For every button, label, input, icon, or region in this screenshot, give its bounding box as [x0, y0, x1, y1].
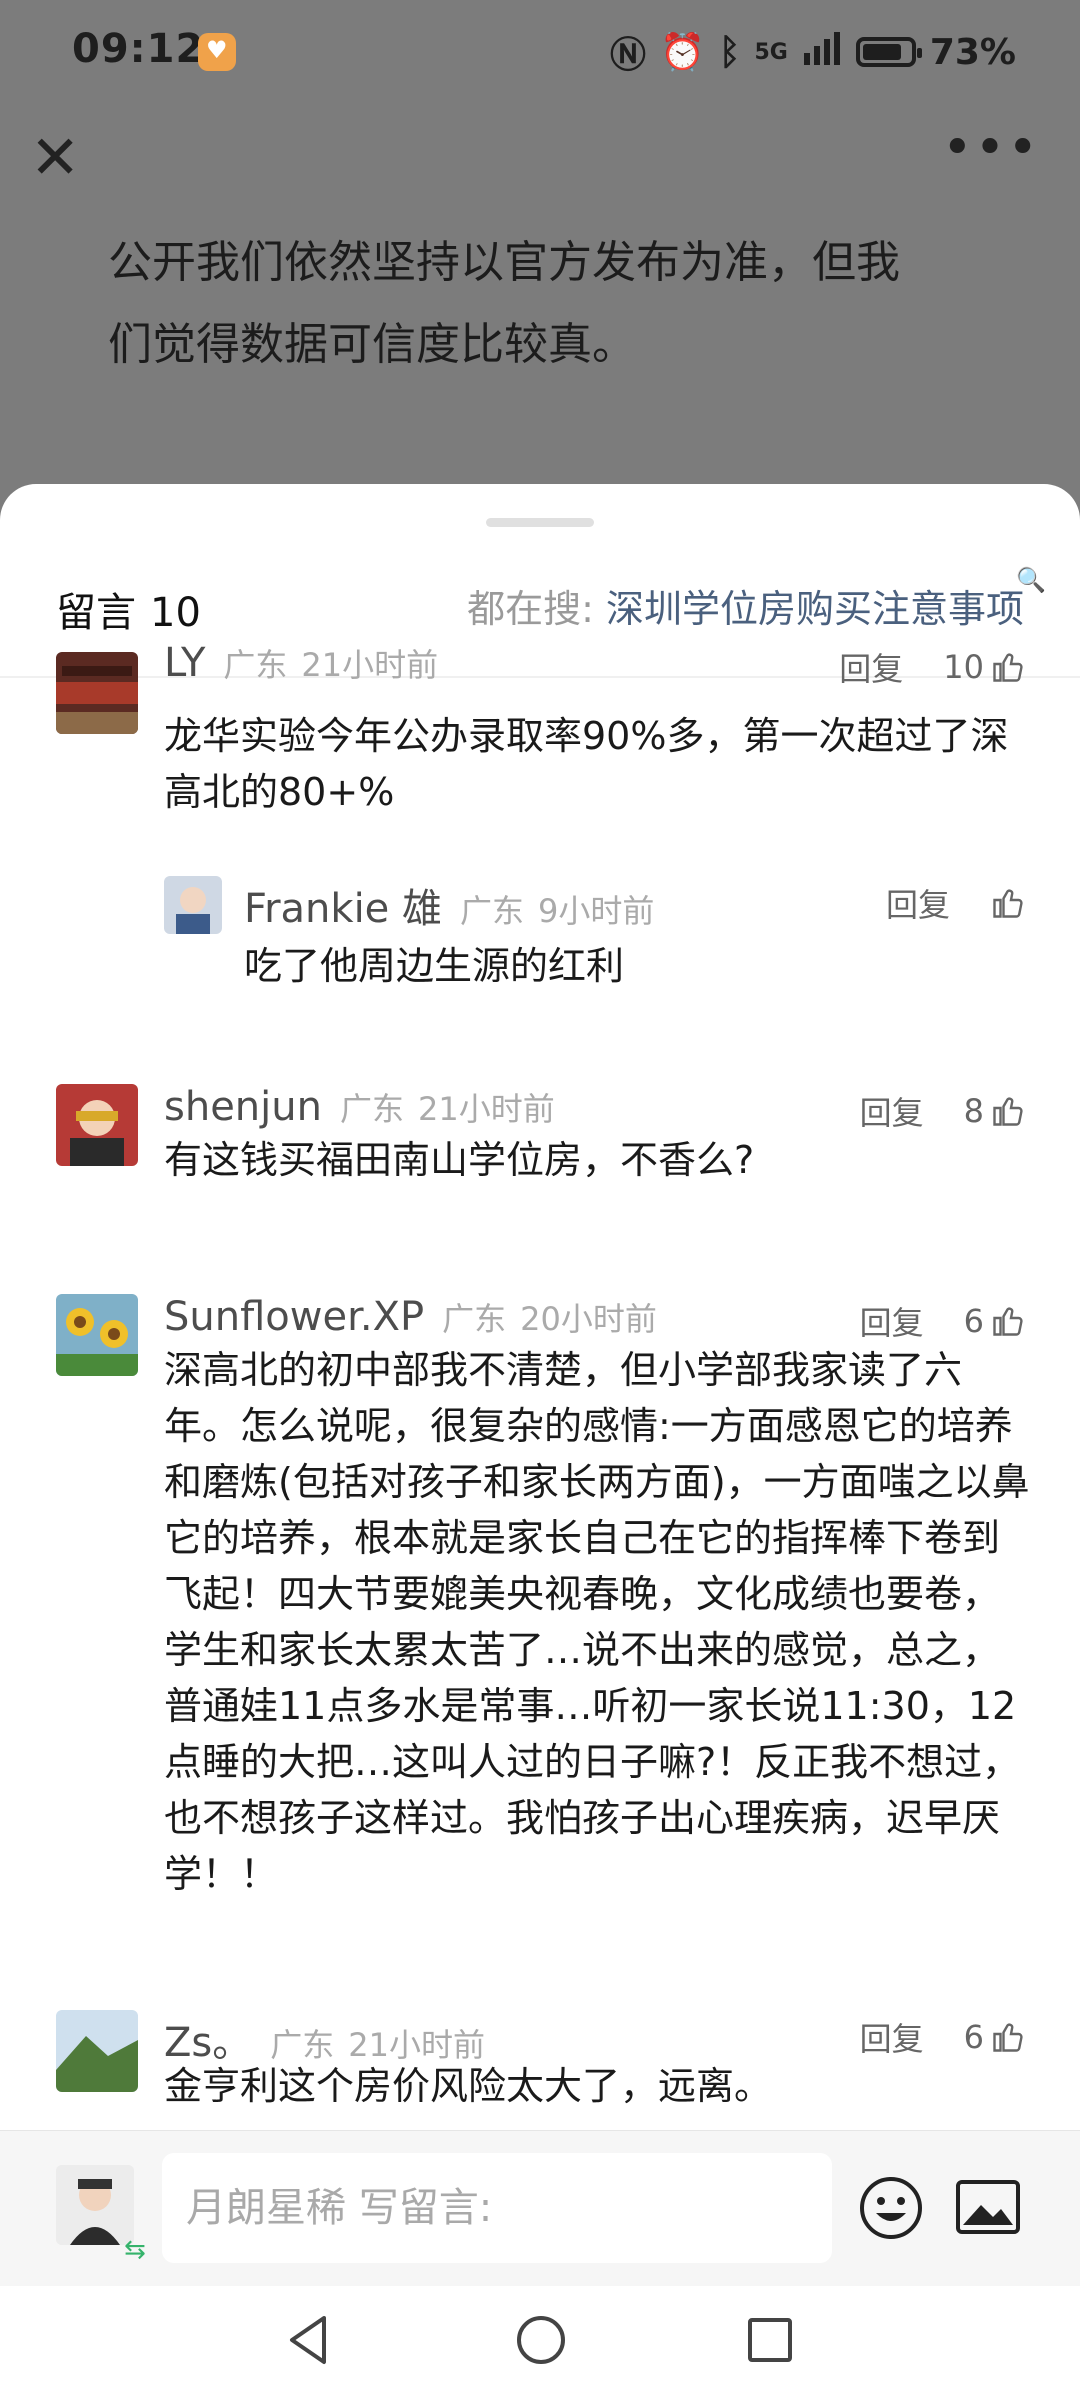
avatar[interactable]: [164, 876, 222, 934]
trending-search-link[interactable]: 都在搜: 深圳学位房购买注意事项 🔍: [467, 566, 1046, 633]
emoji-icon[interactable]: [858, 2175, 924, 2241]
comment-author[interactable]: shenjun: [164, 1084, 322, 1130]
comment-text: 有这钱买福田南山学位房，不香么?: [164, 1138, 755, 1182]
bluetooth-icon: ᛒ: [718, 31, 741, 73]
comment-author[interactable]: LY: [164, 640, 205, 686]
battery-percent: 73%: [929, 31, 1016, 73]
comment-time: 21小时前: [417, 1090, 555, 1128]
system-nav-bar: [0, 2286, 1080, 2400]
image-icon[interactable]: [955, 2179, 1021, 2235]
avatar[interactable]: [56, 652, 138, 734]
comment-meta: LY 广东 21小时前: [164, 640, 438, 700]
comment-location: 广东: [460, 892, 525, 930]
back-icon[interactable]: [284, 2312, 334, 2368]
alarm-icon: ⏰: [660, 32, 705, 73]
comment-text: 吃了他周边生源的红利: [244, 944, 625, 988]
comment-actions: 回复 6: [860, 1298, 1026, 1344]
thumb-up-icon[interactable]: [990, 1303, 1026, 1339]
battery-icon: [855, 37, 922, 67]
comment-text: 深高北的初中部我不清楚，但小学部我家读了六年。怎么说呢，很复杂的感情:一方面感恩…: [164, 1348, 1030, 1896]
comments-sheet: 留言 10 都在搜: 深圳学位房购买注意事项 🔍 LY 广东 21小时前 回复 1…: [0, 484, 1080, 2400]
sheet-drag-handle[interactable]: [486, 518, 594, 527]
sub-reply: Frankie 雄 广东 9小时前 回复 吃了他周边生源的红利: [164, 876, 1026, 996]
comments-title: 留言 10: [56, 580, 201, 638]
status-bar: 09:12 Ⓝ ⏰ ᛒ 5G 73%: [0, 0, 1080, 100]
article-line: [108, 386, 1008, 468]
my-avatar[interactable]: [56, 2165, 134, 2245]
thumb-up-icon[interactable]: [990, 649, 1026, 685]
article-line: 公开我们依然坚持以官方发布为准，但我: [108, 237, 900, 288]
home-icon[interactable]: [514, 2312, 568, 2368]
signal-icon: [802, 31, 842, 74]
thumb-up-icon[interactable]: [990, 2019, 1026, 2055]
reply-button[interactable]: 回复: [839, 644, 903, 690]
recents-icon[interactable]: [744, 2312, 796, 2368]
search-icon: 🔍: [1016, 566, 1046, 594]
reply-button[interactable]: 回复: [886, 880, 950, 926]
comment-meta: Frankie 雄 广东 9小时前: [244, 876, 654, 936]
comment-text: 金亨利这个房价风险太大了，远离。: [164, 2064, 773, 2108]
comment-author[interactable]: Frankie 雄: [244, 876, 442, 934]
thumb-up-icon[interactable]: [990, 885, 1026, 921]
comment-actions: 回复 6: [860, 2014, 1026, 2060]
comment-input[interactable]: 月朗星稀 写留言:: [162, 2153, 832, 2263]
comments-count: 10: [150, 590, 201, 636]
avatar[interactable]: [56, 2010, 138, 2092]
app-notification-icon: [198, 33, 236, 71]
comment-item: Sunflower.XP 广东 20小时前 回复 6 深高北的初中部我不清楚，但…: [56, 1294, 1030, 1896]
trending-search-label: 都在搜:: [467, 587, 594, 631]
article-line: 们觉得数据可信度比较真。: [108, 319, 636, 370]
nfc-icon: Ⓝ: [610, 35, 647, 76]
more-icon[interactable]: •••: [942, 118, 1040, 178]
comment-time: 9小时前: [538, 892, 655, 930]
thumb-up-icon[interactable]: [990, 1093, 1026, 1129]
like-count: 8: [963, 1092, 984, 1130]
comment-actions: 回复: [886, 880, 1026, 926]
comment-item: Zs。 广东 21小时前 回复 6 金亨利这个房价风险太大了，远离。: [56, 2010, 1026, 2150]
comment-actions: 回复 8: [860, 1088, 1026, 1134]
comment-author[interactable]: Sunflower.XP: [164, 1294, 424, 1340]
like-count: 6: [963, 1302, 984, 1340]
comment-location: 广东: [339, 1090, 404, 1128]
like-count: 10: [943, 648, 984, 686]
status-icons: Ⓝ ⏰ ᛒ 5G 73%: [610, 26, 1016, 78]
comment-location: 广东: [223, 646, 288, 684]
comment-text: 龙华实验今年公办录取率90%多，第一次超过了深高北的80+%: [164, 714, 1009, 814]
comments-title-label: 留言: [56, 590, 136, 636]
trending-search-query: 深圳学位房购买注意事项: [605, 587, 1024, 631]
reply-button[interactable]: 回复: [860, 1298, 924, 1344]
comment-item: shenjun 广东 21小时前 回复 8 有这钱买福田南山学位房，不香么?: [56, 1084, 1026, 1224]
close-icon[interactable]: ✕: [30, 128, 80, 188]
avatar[interactable]: [56, 1084, 138, 1166]
comment-time: 20小时前: [520, 1300, 657, 1338]
comment-time: 21小时前: [301, 646, 439, 684]
status-time: 09:12: [72, 26, 205, 72]
reply-button[interactable]: 回复: [860, 1088, 924, 1134]
like-count: 6: [963, 2018, 984, 2056]
avatar[interactable]: [56, 1294, 138, 1376]
comment-location: 广东: [442, 1300, 507, 1338]
comment-actions: 回复 10: [839, 644, 1026, 690]
network-type: 5G: [754, 39, 788, 65]
comment-composer: ⇆ 月朗星稀 写留言:: [0, 2130, 1080, 2286]
switch-account-icon[interactable]: ⇆: [124, 2235, 146, 2265]
reply-button[interactable]: 回复: [860, 2014, 924, 2060]
